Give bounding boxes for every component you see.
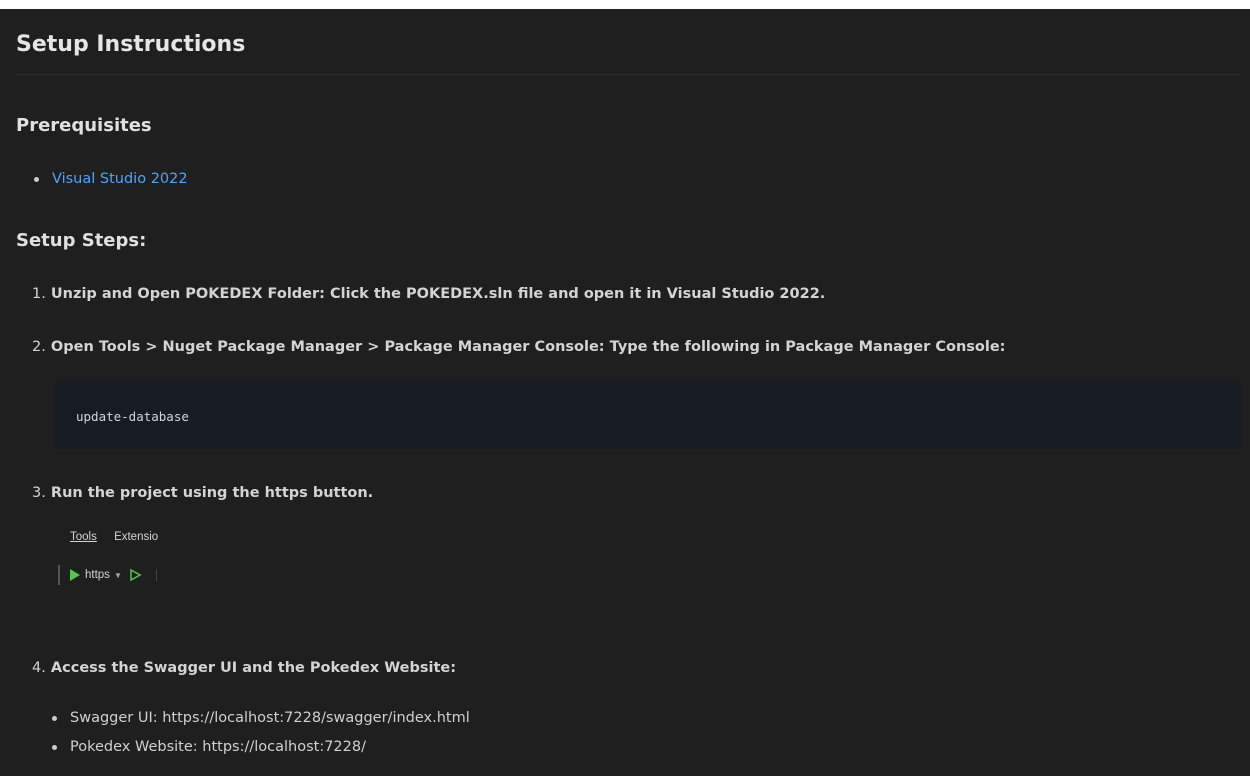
- list-item: Visual Studio 2022: [32, 172, 188, 187]
- step-3: 3. Run the project using the https butto…: [32, 486, 373, 501]
- step-text: Run the project using the https button.: [50, 485, 374, 501]
- run-https-label: https: [85, 569, 110, 581]
- access-list: Swagger UI: https://localhost:7228/swagg…: [50, 711, 470, 768]
- vs-toolbar-screenshot: https ▼: [58, 564, 157, 586]
- play-outline-icon: [130, 568, 142, 582]
- play-icon: [70, 569, 80, 581]
- step-number: 4.: [32, 660, 46, 676]
- step-text: Open Tools > Nuget Package Manager > Pac…: [50, 339, 1006, 355]
- step-number: 2.: [32, 339, 46, 355]
- title-divider: [16, 74, 1240, 75]
- prerequisites-list: Visual Studio 2022: [32, 172, 188, 187]
- prerequisites-heading: Prerequisites: [16, 115, 152, 136]
- setup-steps-heading: Setup Steps:: [16, 230, 147, 251]
- menu-tools: Tools: [70, 531, 97, 543]
- visual-studio-link[interactable]: Visual Studio 2022: [52, 171, 188, 187]
- step-number: 1.: [32, 286, 46, 302]
- step-text: Access the Swagger UI and the Pokedex We…: [50, 660, 457, 676]
- list-item-pokedex: Pokedex Website: https://localhost:7228/: [50, 739, 470, 755]
- page-title: Setup Instructions: [16, 32, 246, 57]
- chevron-down-icon: ▼: [113, 570, 122, 580]
- code-text: update-database: [76, 409, 189, 424]
- markdown-preview: Setup Instructions Prerequisites Visual …: [0, 0, 1250, 776]
- step-number: 3.: [32, 485, 46, 501]
- toolbar-grip: [58, 565, 60, 585]
- step-4: 4. Access the Swagger UI and the Pokedex…: [32, 661, 456, 676]
- step-text: Unzip and Open POKEDEX Folder: Click the…: [50, 286, 826, 302]
- code-block: update-database: [54, 381, 1242, 449]
- vs-menu-screenshot: Tools Extensio: [70, 531, 172, 543]
- list-item-swagger: Swagger UI: https://localhost:7228/swagg…: [50, 711, 470, 726]
- menu-extensions: Extensio: [114, 531, 159, 543]
- toolbar-separator: [155, 569, 157, 581]
- step-1: 1. Unzip and Open POKEDEX Folder: Click …: [32, 287, 825, 302]
- step-2: 2. Open Tools > Nuget Package Manager > …: [32, 340, 1005, 355]
